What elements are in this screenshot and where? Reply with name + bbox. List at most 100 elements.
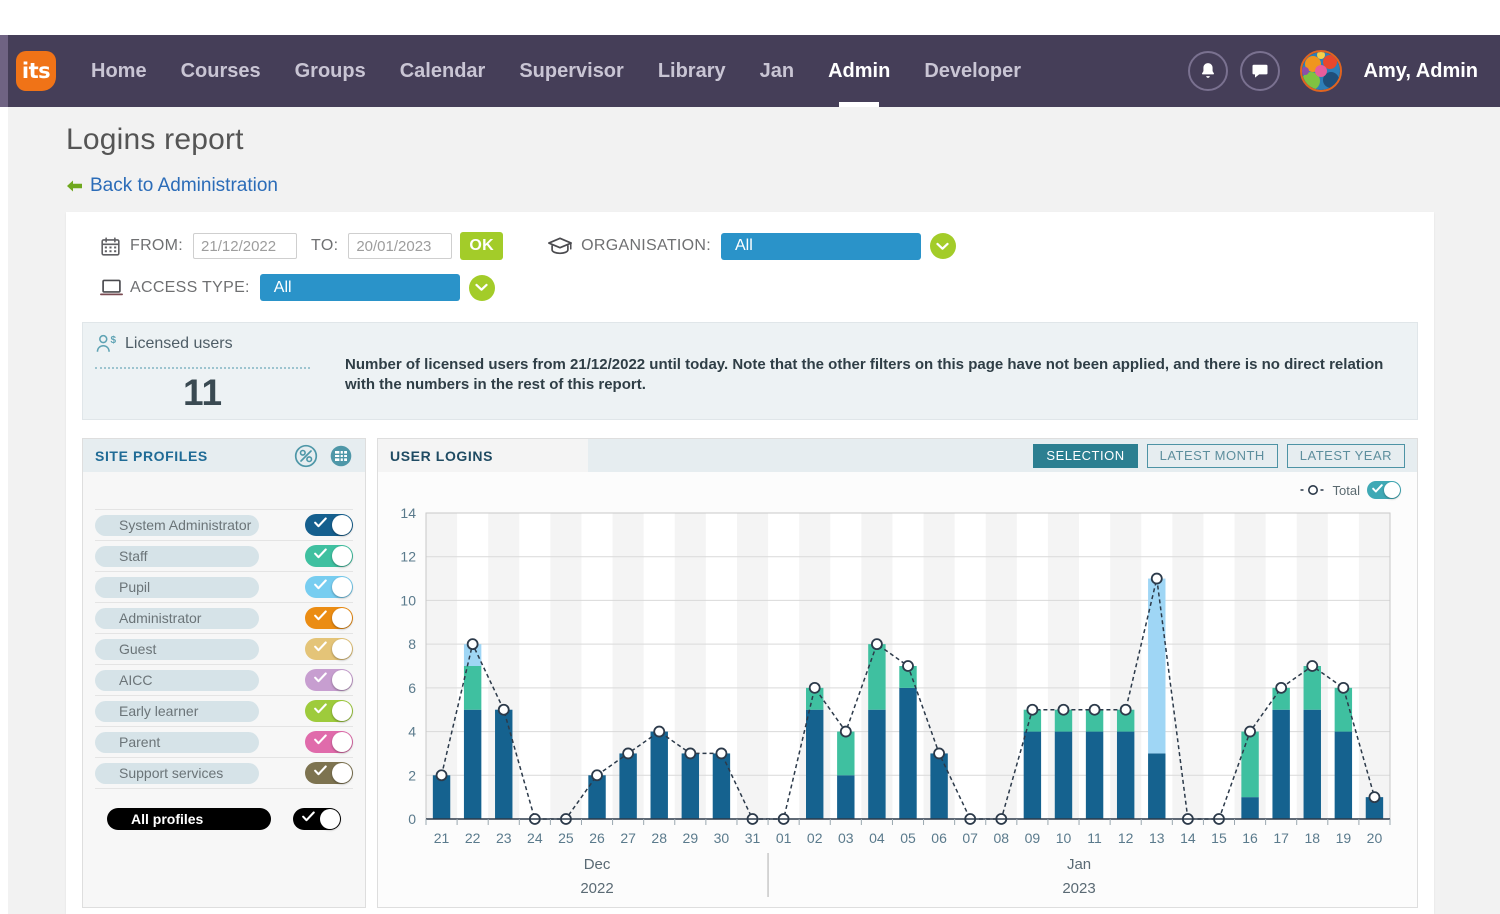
bar-segment xyxy=(1054,731,1073,819)
site-profile-label[interactable]: Pupil xyxy=(95,576,259,598)
site-profile-toggle[interactable] xyxy=(305,638,353,660)
site-profile-label[interactable]: Support services xyxy=(95,762,259,784)
site-profile-toggle[interactable] xyxy=(305,731,353,753)
nav-item-admin[interactable]: Admin xyxy=(811,35,907,107)
ok-button[interactable]: OK xyxy=(460,232,504,260)
total-point[interactable] xyxy=(715,747,728,760)
bell-icon xyxy=(1201,63,1214,78)
nav-item-library[interactable]: Library xyxy=(641,35,743,107)
check-icon xyxy=(314,517,327,528)
tab-selection[interactable]: SELECTION xyxy=(1033,443,1138,468)
total-point[interactable] xyxy=(1337,681,1350,694)
table-circle-icon[interactable] xyxy=(329,444,353,468)
total-point[interactable] xyxy=(466,638,479,651)
tab-latest-month[interactable]: LATEST MONTH xyxy=(1146,443,1278,468)
x-axis-tick-label: 28 xyxy=(651,830,667,846)
total-point[interactable] xyxy=(1150,572,1163,585)
avatar[interactable] xyxy=(1299,50,1342,92)
notifications-button[interactable] xyxy=(1187,51,1228,91)
site-profile-label[interactable]: System Administrator xyxy=(95,514,259,536)
site-profile-toggle[interactable] xyxy=(305,545,353,567)
messages-button[interactable] xyxy=(1239,51,1280,91)
site-profile-toggle[interactable] xyxy=(305,607,353,629)
total-point[interactable] xyxy=(622,747,635,760)
total-point[interactable] xyxy=(684,747,697,760)
all-profiles-toggle[interactable] xyxy=(293,807,341,830)
access-type-label: ACCESS TYPE: xyxy=(130,278,250,296)
total-point[interactable] xyxy=(1026,703,1039,716)
site-profile-row: Guest xyxy=(95,633,353,664)
access-type-dropdown-button[interactable] xyxy=(468,274,495,301)
site-profiles-header: SITE PROFILES xyxy=(83,439,365,472)
total-point[interactable] xyxy=(1088,703,1101,716)
site-profile-label[interactable]: Early learner xyxy=(95,700,259,722)
to-date-input[interactable] xyxy=(348,233,453,259)
access-type-select[interactable]: All xyxy=(259,274,460,301)
site-profile-toggle[interactable] xyxy=(305,669,353,691)
from-label: FROM: xyxy=(130,237,184,254)
site-profile-toggle[interactable] xyxy=(305,514,353,536)
nav-item-jan[interactable]: Jan xyxy=(743,35,811,107)
x-axis-tick-label: 01 xyxy=(776,830,792,846)
site-profile-label[interactable]: Administrator xyxy=(95,607,259,629)
site-profile-label[interactable]: Staff xyxy=(95,545,259,567)
all-profiles-label[interactable]: All profiles xyxy=(107,807,271,830)
organisation-dropdown-button[interactable] xyxy=(929,233,956,259)
toggle-knob xyxy=(1384,482,1400,498)
total-point[interactable] xyxy=(1368,791,1381,804)
bar-segment xyxy=(432,775,451,819)
nav-item-home[interactable]: Home xyxy=(74,35,164,107)
total-point[interactable] xyxy=(1275,681,1288,694)
total-point[interactable] xyxy=(933,747,945,760)
site-profile-toggle[interactable] xyxy=(305,700,353,722)
nav-item-supervisor[interactable]: Supervisor xyxy=(502,35,640,107)
plot-band xyxy=(985,513,1017,819)
navbar-left-accent xyxy=(0,35,8,107)
x-axis-tick-label: 13 xyxy=(1149,830,1165,846)
back-to-administration-link[interactable]: Back to Administration xyxy=(66,175,278,197)
back-link-label: Back to Administration xyxy=(90,175,278,196)
x-axis-tick-label: 04 xyxy=(869,830,885,846)
site-profile-label[interactable]: Parent xyxy=(95,731,259,753)
from-date-input[interactable] xyxy=(193,233,298,259)
total-point[interactable] xyxy=(591,769,603,782)
total-point[interactable] xyxy=(808,681,821,694)
site-profile-label[interactable]: AICC xyxy=(95,669,259,691)
total-point[interactable] xyxy=(1057,703,1070,716)
site-profile-row: AICC xyxy=(95,664,353,695)
total-point[interactable] xyxy=(653,725,666,738)
total-point[interactable] xyxy=(871,638,883,651)
legend-total-toggle[interactable] xyxy=(1367,481,1401,499)
site-profile-toggle[interactable] xyxy=(305,576,353,598)
chat-icon xyxy=(1252,64,1268,78)
bar-segment xyxy=(650,731,668,819)
total-point[interactable] xyxy=(1119,703,1132,716)
y-axis-tick-label: 10 xyxy=(400,592,416,608)
site-profile-toggle[interactable] xyxy=(305,762,353,784)
nav-item-calendar[interactable]: Calendar xyxy=(383,35,503,107)
x-axis-tick-label: 19 xyxy=(1336,830,1352,846)
check-icon xyxy=(314,610,327,621)
organisation-select[interactable]: All xyxy=(720,232,921,260)
app-root: its Home Courses Groups Calendar Supervisor L… xyxy=(0,0,1500,914)
total-point[interactable] xyxy=(1244,725,1256,738)
total-line-marker-icon xyxy=(1300,485,1326,495)
its-logo[interactable]: its xyxy=(16,51,56,91)
nav-item-courses[interactable]: Courses xyxy=(164,35,278,107)
total-point[interactable] xyxy=(435,769,448,782)
total-point[interactable] xyxy=(902,660,914,672)
total-point[interactable] xyxy=(1306,660,1319,672)
plot-band xyxy=(1358,513,1390,819)
bar-segment xyxy=(588,775,606,819)
total-point[interactable] xyxy=(839,725,852,738)
total-point[interactable] xyxy=(497,703,510,716)
site-profile-label[interactable]: Guest xyxy=(95,638,259,660)
x-axis-tick-label: 07 xyxy=(962,830,978,846)
nav-item-groups[interactable]: Groups xyxy=(278,35,383,107)
nav-item-developer[interactable]: Developer xyxy=(907,35,1038,107)
tab-latest-year[interactable]: LATEST YEAR xyxy=(1286,443,1405,468)
y-axis-tick-label: 14 xyxy=(400,505,416,521)
x-axis-tick-label: 30 xyxy=(714,830,730,846)
percent-circle-icon[interactable] xyxy=(294,444,318,468)
bar-segment xyxy=(463,709,482,819)
